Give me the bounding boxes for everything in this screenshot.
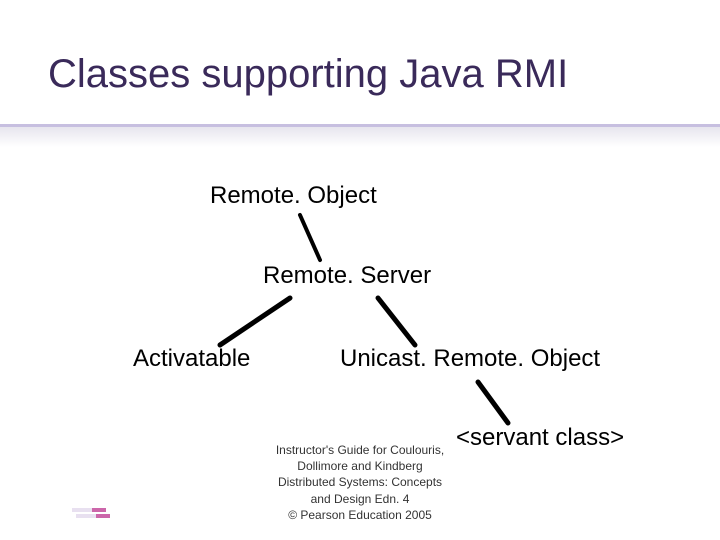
node-unicast-remote-object: Unicast. Remote. Object bbox=[340, 345, 600, 373]
footer-line-1: Instructor's Guide for Coulouris, bbox=[276, 443, 444, 457]
logo-icon bbox=[72, 502, 112, 526]
slide: Classes supporting Java RMI Remote. Obje… bbox=[0, 0, 720, 540]
slide-title: Classes supporting Java RMI bbox=[48, 52, 568, 97]
footer-line-3: Distributed Systems: Concepts bbox=[278, 475, 442, 489]
node-remote-object: Remote. Object bbox=[210, 182, 377, 210]
footer-line-2: Dollimore and Kindberg bbox=[297, 459, 422, 473]
title-underline bbox=[0, 124, 720, 127]
node-remote-server: Remote. Server bbox=[263, 262, 431, 290]
node-activatable: Activatable bbox=[133, 345, 250, 373]
footer-line-5: © Pearson Education 2005 bbox=[288, 508, 432, 522]
footer-line-4: and Design Edn. 4 bbox=[311, 492, 410, 506]
